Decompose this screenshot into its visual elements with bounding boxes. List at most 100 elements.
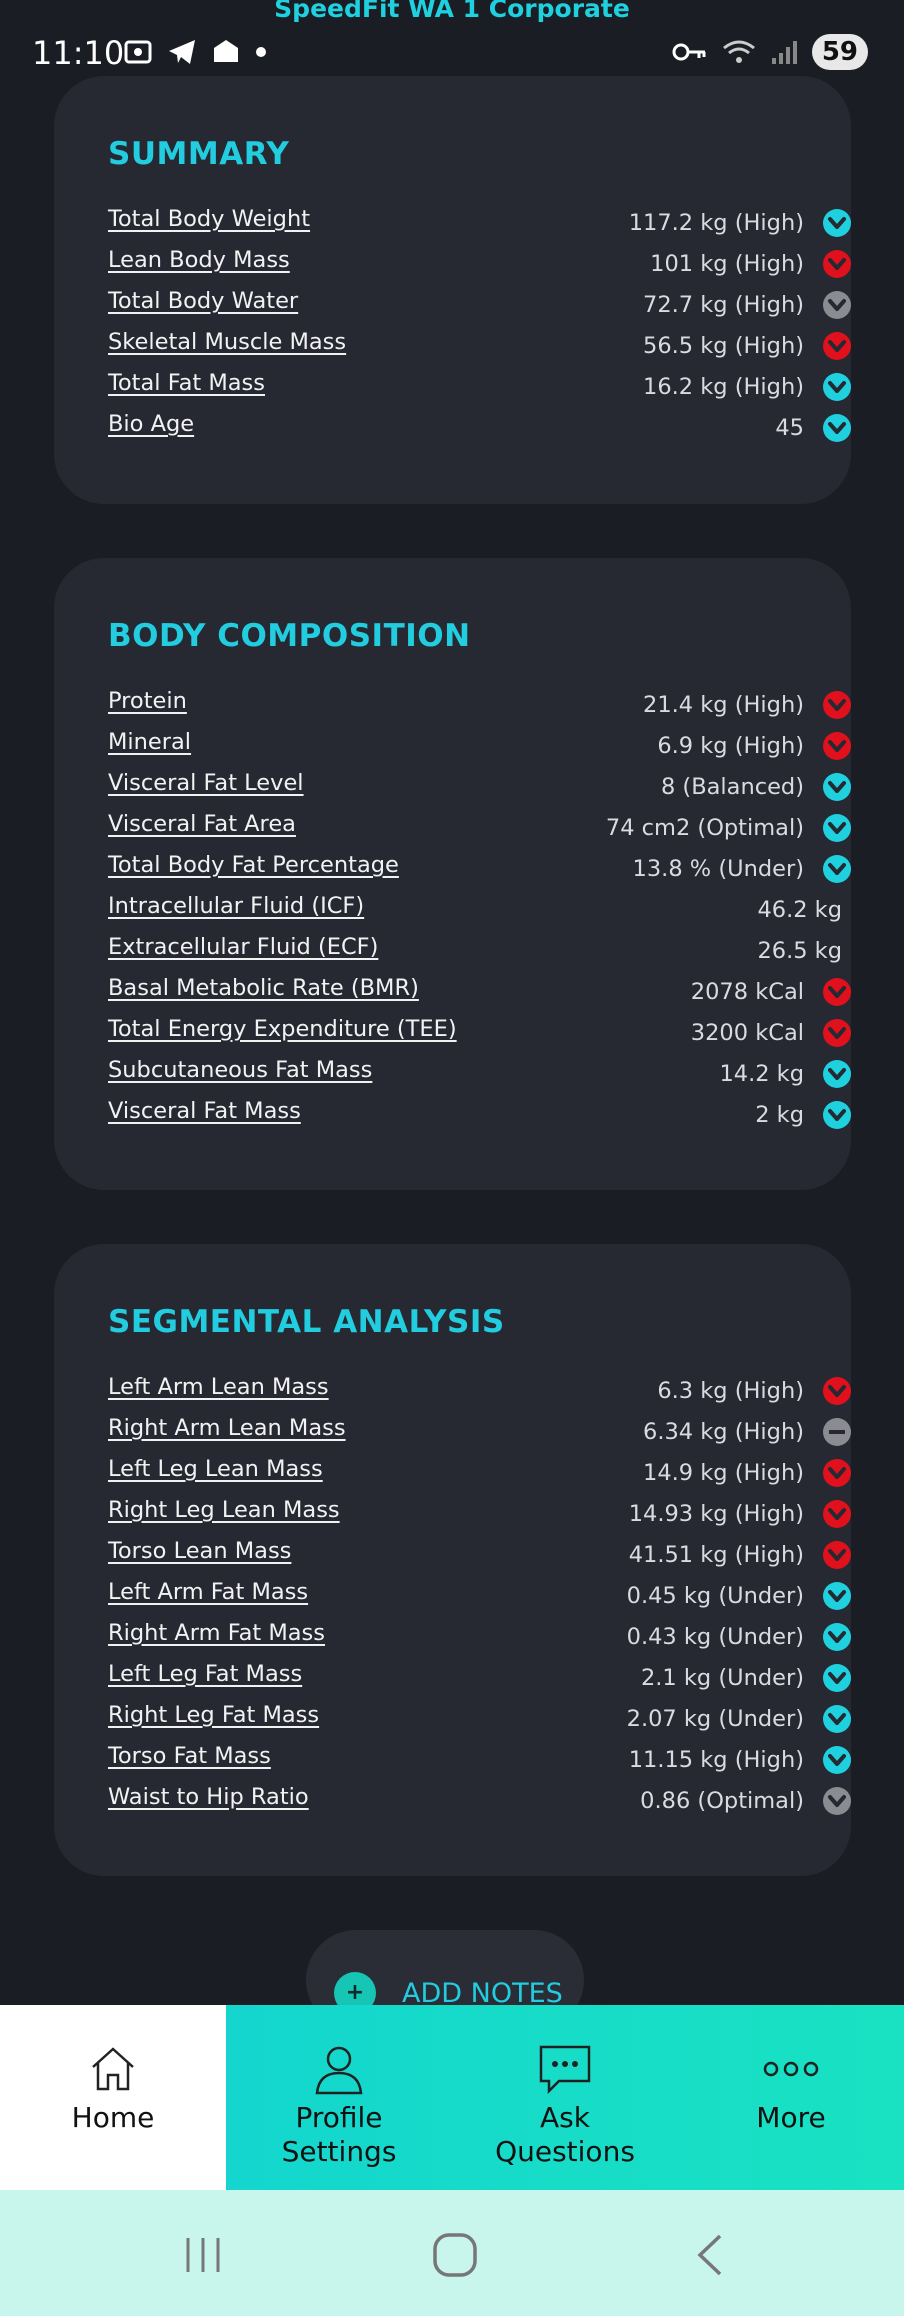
metric-row[interactable]: Total Fat Mass 16.2 kg (High) — [108, 370, 852, 411]
metric-label[interactable]: Waist to Hip Ratio — [108, 1784, 309, 1810]
metric-row[interactable]: Left Leg Fat Mass 2.1 kg (Under) — [108, 1661, 852, 1702]
metric-label[interactable]: Left Arm Lean Mass — [108, 1374, 329, 1400]
metric-value: 2.1 kg (Under) — [640, 1665, 804, 1691]
metric-row[interactable]: Left Arm Lean Mass 6.3 kg (High) — [108, 1374, 852, 1415]
metric-row[interactable]: Right Arm Fat Mass 0.43 kg (Under) — [108, 1620, 852, 1661]
status-chevron-down-icon[interactable] — [822, 1581, 852, 1611]
clock: 11:10 — [32, 34, 125, 72]
status-chevron-down-icon[interactable] — [822, 813, 852, 843]
metric-row[interactable]: Torso Lean Mass 41.51 kg (High) — [108, 1538, 852, 1579]
metric-label[interactable]: Total Body Weight — [108, 206, 310, 232]
status-chevron-down-icon[interactable] — [822, 731, 852, 761]
metric-row[interactable]: Total Body Water 72.7 kg (High) — [108, 288, 852, 329]
status-chevron-down-icon[interactable] — [822, 372, 852, 402]
metric-row[interactable]: Right Arm Lean Mass 6.34 kg (High) — [108, 1415, 852, 1456]
nav-profile-settings[interactable]: Profile Settings — [226, 2005, 452, 2190]
metric-label[interactable]: Right Leg Lean Mass — [108, 1497, 340, 1523]
status-chevron-down-icon[interactable] — [822, 1663, 852, 1693]
metric-label[interactable]: Lean Body Mass — [108, 247, 290, 273]
metric-label[interactable]: Right Arm Lean Mass — [108, 1415, 346, 1441]
status-chevron-down-icon[interactable] — [822, 1786, 852, 1816]
metric-label[interactable]: Left Leg Lean Mass — [108, 1456, 323, 1482]
metric-row[interactable]: Torso Fat Mass 11.15 kg (High) — [108, 1743, 852, 1784]
status-chevron-down-icon[interactable] — [822, 331, 852, 361]
metric-value: 46.2 kg — [757, 897, 842, 923]
status-chevron-down-icon[interactable] — [822, 1745, 852, 1775]
nav-home[interactable]: Home — [0, 2005, 226, 2190]
metric-row[interactable]: Intracellular Fluid (ICF) 46.2 kg — [108, 893, 852, 934]
metric-label[interactable]: Subcutaneous Fat Mass — [108, 1057, 372, 1083]
status-minus-icon[interactable] — [822, 1417, 852, 1447]
metric-row[interactable]: Extracellular Fluid (ECF) 26.5 kg — [108, 934, 852, 975]
more-icon — [763, 2061, 819, 2077]
metric-value: 117.2 kg (High) — [628, 210, 804, 236]
status-chevron-down-icon[interactable] — [822, 1100, 852, 1130]
status-chevron-down-icon[interactable] — [822, 290, 852, 320]
metric-label[interactable]: Protein — [108, 688, 187, 714]
status-chevron-down-icon[interactable] — [822, 977, 852, 1007]
nav-ask-questions[interactable]: Ask Questions — [452, 2005, 678, 2190]
metric-row[interactable]: Visceral Fat Mass 2 kg — [108, 1098, 852, 1139]
metric-label[interactable]: Extracellular Fluid (ECF) — [108, 934, 378, 960]
metric-label[interactable]: Total Body Fat Percentage — [108, 852, 399, 878]
metric-label[interactable]: Visceral Fat Mass — [108, 1098, 301, 1124]
metric-label[interactable]: Torso Lean Mass — [108, 1538, 291, 1564]
metric-row[interactable]: Waist to Hip Ratio 0.86 (Optimal) — [108, 1784, 852, 1825]
metric-row[interactable]: Left Arm Fat Mass 0.45 kg (Under) — [108, 1579, 852, 1620]
metric-row[interactable]: Right Leg Fat Mass 2.07 kg (Under) — [108, 1702, 852, 1743]
metric-label[interactable]: Intracellular Fluid (ICF) — [108, 893, 364, 919]
metric-label[interactable]: Left Arm Fat Mass — [108, 1579, 308, 1605]
metric-value: 2 kg — [755, 1102, 804, 1128]
metric-label[interactable]: Skeletal Muscle Mass — [108, 329, 346, 355]
metric-label[interactable]: Right Arm Fat Mass — [108, 1620, 325, 1646]
status-chevron-down-icon[interactable] — [822, 208, 852, 238]
metric-value: 101 kg (High) — [650, 251, 804, 277]
metric-label[interactable]: Bio Age — [108, 411, 194, 437]
metric-label[interactable]: Right Leg Fat Mass — [108, 1702, 319, 1728]
status-chevron-down-icon[interactable] — [822, 1622, 852, 1652]
metric-row[interactable]: Bio Age 45 — [108, 411, 852, 452]
metric-label[interactable]: Total Body Water — [108, 288, 298, 314]
metric-row[interactable]: Visceral Fat Area 74 cm2 (Optimal) — [108, 811, 852, 852]
metric-row[interactable]: Right Leg Lean Mass 14.93 kg (High) — [108, 1497, 852, 1538]
metric-value: 0.45 kg (Under) — [626, 1583, 804, 1609]
status-chevron-down-icon[interactable] — [822, 1018, 852, 1048]
back-icon[interactable] — [686, 2230, 736, 2280]
status-chevron-down-icon[interactable] — [822, 1704, 852, 1734]
metric-label[interactable]: Visceral Fat Level — [108, 770, 304, 796]
status-chevron-down-icon[interactable] — [822, 1499, 852, 1529]
metric-label[interactable]: Total Fat Mass — [108, 370, 265, 396]
metric-row[interactable]: Protein 21.4 kg (High) — [108, 688, 852, 729]
metric-row[interactable]: Total Energy Expenditure (TEE) 3200 kCal — [108, 1016, 852, 1057]
status-chevron-down-icon[interactable] — [822, 772, 852, 802]
status-chevron-down-icon[interactable] — [822, 1540, 852, 1570]
metric-row[interactable]: Lean Body Mass 101 kg (High) — [108, 247, 852, 288]
status-chevron-down-icon[interactable] — [822, 854, 852, 884]
status-chevron-down-icon[interactable] — [822, 690, 852, 720]
metric-row[interactable]: Skeletal Muscle Mass 56.5 kg (High) — [108, 329, 852, 370]
nav-more[interactable]: More — [678, 2005, 904, 2190]
metric-row[interactable]: Total Body Fat Percentage 13.8 % (Under) — [108, 852, 852, 893]
metric-label[interactable]: Total Energy Expenditure (TEE) — [108, 1016, 457, 1042]
metric-row[interactable]: Mineral 6.9 kg (High) — [108, 729, 852, 770]
metric-value: 2.07 kg (Under) — [626, 1706, 804, 1732]
metric-label[interactable]: Torso Fat Mass — [108, 1743, 271, 1769]
metric-label[interactable]: Mineral — [108, 729, 191, 755]
status-chevron-down-icon[interactable] — [822, 1458, 852, 1488]
home-button-icon[interactable] — [430, 2230, 480, 2280]
metric-label[interactable]: Visceral Fat Area — [108, 811, 296, 837]
metric-row[interactable]: Subcutaneous Fat Mass 14.2 kg — [108, 1057, 852, 1098]
metric-row[interactable]: Basal Metabolic Rate (BMR) 2078 kCal — [108, 975, 852, 1016]
metric-label[interactable]: Basal Metabolic Rate (BMR) — [108, 975, 419, 1001]
metric-row[interactable]: Visceral Fat Level 8 (Balanced) — [108, 770, 852, 811]
status-chevron-down-icon[interactable] — [822, 1059, 852, 1089]
metric-row[interactable]: Total Body Weight 117.2 kg (High) — [108, 206, 852, 247]
status-chevron-down-icon[interactable] — [822, 413, 852, 443]
recents-icon[interactable] — [178, 2230, 228, 2280]
status-chevron-down-icon[interactable] — [822, 249, 852, 279]
metric-value: 16.2 kg (High) — [643, 374, 804, 400]
metric-value: 8 (Balanced) — [660, 774, 804, 800]
status-chevron-down-icon[interactable] — [822, 1376, 852, 1406]
metric-row[interactable]: Left Leg Lean Mass 14.9 kg (High) — [108, 1456, 852, 1497]
metric-label[interactable]: Left Leg Fat Mass — [108, 1661, 302, 1687]
